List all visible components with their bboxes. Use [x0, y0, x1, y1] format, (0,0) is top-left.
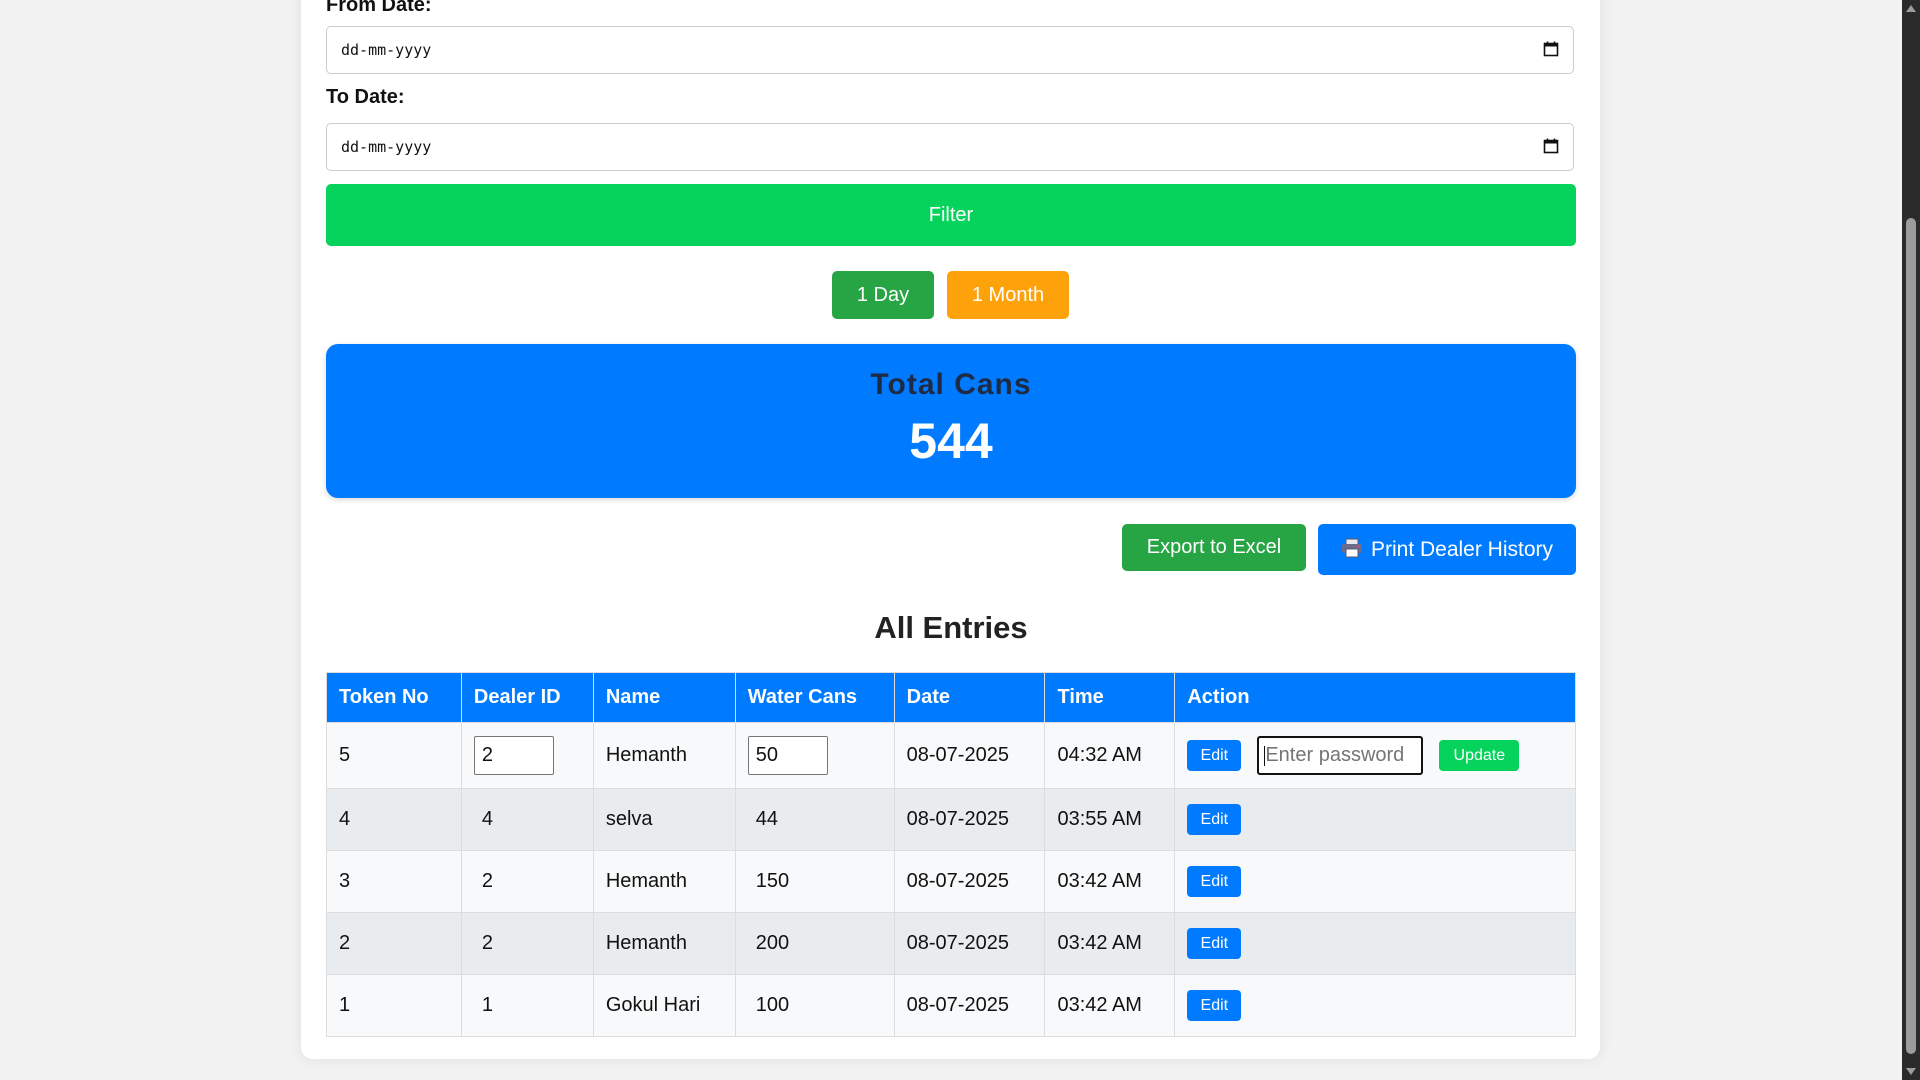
edit-button[interactable]: Edit [1187, 740, 1242, 771]
cell-dealer-id: 2 [460, 850, 594, 913]
cell-name: Hemanth [592, 850, 736, 913]
print-dealer-history-button[interactable]: Print Dealer History [1318, 524, 1576, 575]
table-row: 3 2 Hemanth 150 08-07-2025 03:42 AM Edit [326, 850, 1576, 913]
cell-date: 08-07-2025 [893, 912, 1046, 975]
cell-token: 3 [326, 850, 462, 913]
cell-name: Hemanth [592, 912, 736, 975]
cell-dealer-id: 2 [460, 912, 594, 975]
cell-token: 5 [326, 722, 462, 789]
edit-button[interactable]: Edit [1187, 990, 1242, 1021]
page: From Date: dd-mm-yyyy To Date: dd-mm-yyy… [0, 0, 1920, 1080]
cell-time: 04:32 AM [1044, 722, 1176, 789]
cell-dealer-id: 1 [460, 974, 594, 1037]
total-cans-value: 544 [909, 413, 993, 469]
cell-action: Edit [1174, 788, 1576, 851]
edit-button[interactable]: Edit [1187, 928, 1242, 959]
password-placeholder: Enter password [1265, 744, 1405, 766]
column-header-token: Token No [326, 672, 462, 723]
cell-action: Edit [1174, 850, 1576, 913]
cell-dealer-id: 2 [460, 722, 594, 789]
all-entries-title: All Entries [874, 610, 1028, 645]
cell-water-cans: 100 [734, 974, 895, 1037]
cell-action: Edit Enter password Update [1174, 722, 1576, 789]
scroll-up-arrow-icon[interactable] [1906, 5, 1916, 12]
cell-action: Edit [1174, 974, 1576, 1037]
total-cans-label: Total Cans [870, 368, 1032, 401]
column-header-dealer-id: Dealer ID [460, 672, 594, 723]
one-day-button[interactable]: 1 Day [832, 271, 934, 319]
from-date-label: From Date: [326, 0, 432, 16]
scroll-down-arrow-icon[interactable] [1906, 1068, 1916, 1075]
cell-date: 08-07-2025 [893, 722, 1046, 789]
one-month-button[interactable]: 1 Month [947, 271, 1069, 319]
column-header-date: Date [893, 672, 1046, 723]
update-button[interactable]: Update [1439, 740, 1520, 771]
to-date-input[interactable]: dd-mm-yyyy [326, 123, 1574, 171]
cell-water-cans: 200 [734, 912, 895, 975]
scrollbar-thumb[interactable] [1906, 218, 1916, 1054]
table-row: 5 2 Hemanth 50 08-07-2025 04:32 AM Edit E… [326, 722, 1576, 789]
water-cans-input[interactable]: 50 [747, 736, 828, 775]
from-date-placeholder: dd-mm-yyyy [341, 41, 432, 59]
printer-icon [1341, 538, 1362, 558]
export-excel-button[interactable]: Export to Excel [1122, 524, 1306, 571]
edit-button[interactable]: Edit [1187, 804, 1242, 835]
cell-dealer-id: 4 [460, 788, 594, 851]
vertical-scrollbar[interactable] [1902, 0, 1920, 1080]
cell-token: 2 [326, 912, 462, 975]
cell-water-cans: 50 [734, 722, 895, 789]
table-row: 2 2 Hemanth 200 08-07-2025 03:42 AM Edit [326, 912, 1576, 975]
from-date-input[interactable]: dd-mm-yyyy [326, 26, 1574, 74]
cell-date: 08-07-2025 [893, 850, 1046, 913]
dealer-id-input[interactable]: 2 [473, 736, 554, 775]
table-row: 1 1 Gokul Hari 100 08-07-2025 03:42 AM E… [326, 974, 1576, 1037]
column-header-time: Time [1044, 672, 1176, 723]
table-header-row: Token No Dealer ID Name Water Cans Date … [326, 672, 1576, 723]
column-header-action: Action [1174, 672, 1576, 723]
calendar-icon[interactable] [1543, 138, 1559, 154]
to-date-label: To Date: [326, 86, 405, 108]
cell-time: 03:55 AM [1044, 788, 1176, 851]
total-cans-panel: Total Cans 544 [326, 344, 1576, 498]
cell-water-cans: 44 [734, 788, 895, 851]
cell-token: 1 [326, 974, 462, 1037]
cell-time: 03:42 AM [1044, 850, 1176, 913]
cell-date: 08-07-2025 [893, 974, 1046, 1037]
column-header-name: Name [592, 672, 736, 723]
cell-name: selva [592, 788, 736, 851]
cell-name: Hemanth [592, 722, 736, 789]
cell-date: 08-07-2025 [893, 788, 1046, 851]
text-caret [1264, 746, 1266, 766]
cell-name: Gokul Hari [592, 974, 736, 1037]
password-input[interactable]: Enter password [1257, 736, 1424, 775]
table-row: 4 4 selva 44 08-07-2025 03:55 AM Edit [326, 788, 1576, 851]
cell-time: 03:42 AM [1044, 974, 1176, 1037]
cell-token: 4 [326, 788, 462, 851]
to-date-placeholder: dd-mm-yyyy [341, 138, 432, 156]
cell-action: Edit [1174, 912, 1576, 975]
edit-button[interactable]: Edit [1187, 866, 1242, 897]
cell-time: 03:42 AM [1044, 912, 1176, 975]
cell-water-cans: 150 [734, 850, 895, 913]
calendar-icon[interactable] [1543, 41, 1559, 57]
entries-table: Token No Dealer ID Name Water Cans Date … [326, 672, 1576, 1037]
column-header-water-cans: Water Cans [734, 672, 895, 723]
filter-button[interactable]: Filter [326, 184, 1576, 246]
print-button-label: Print Dealer History [1370, 538, 1554, 561]
